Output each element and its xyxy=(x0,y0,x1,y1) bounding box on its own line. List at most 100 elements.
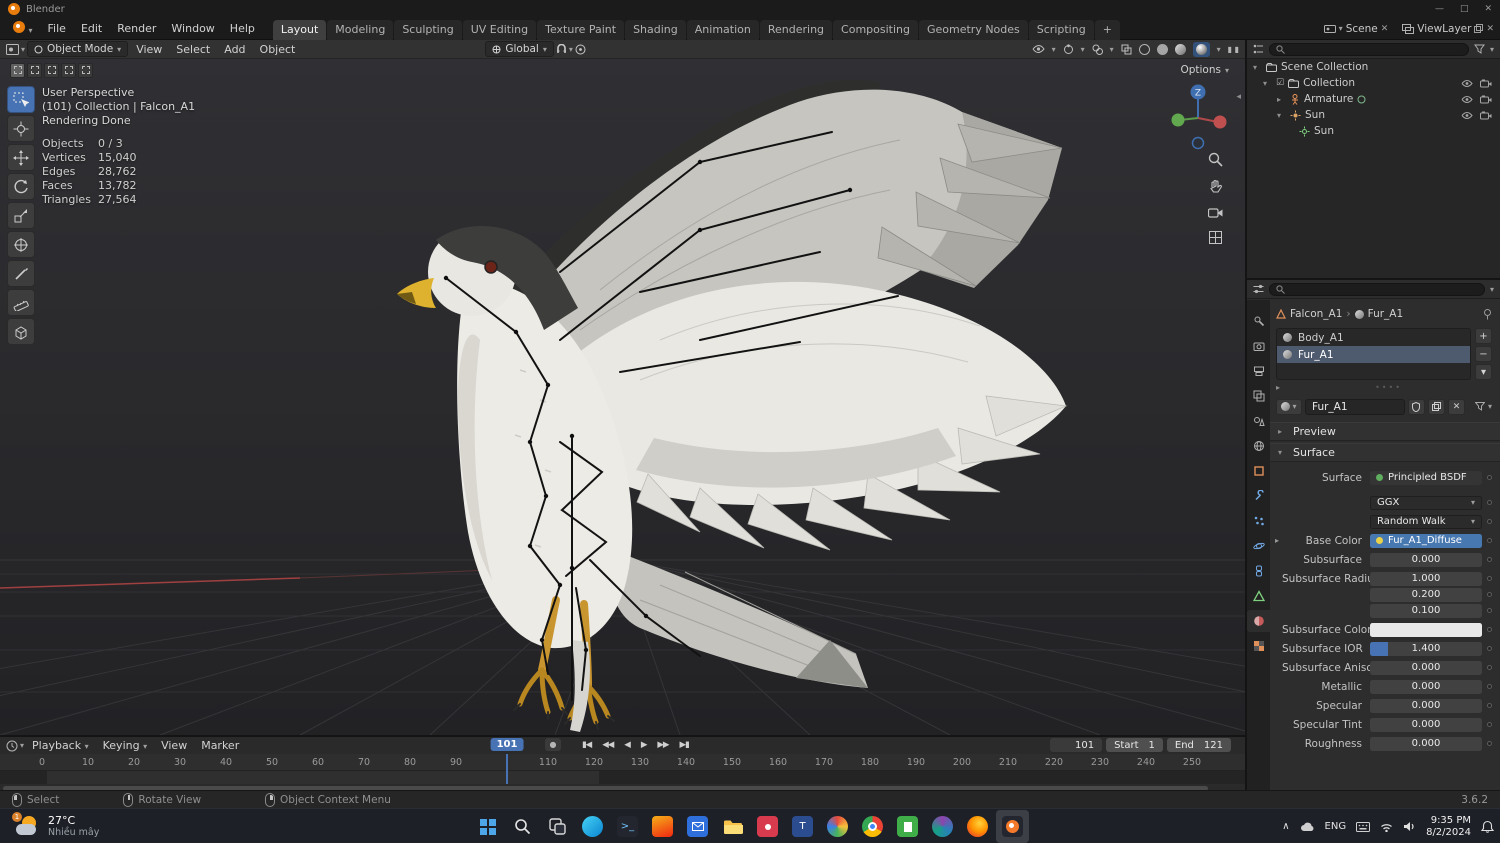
end-frame-field[interactable]: End 121 xyxy=(1166,738,1231,752)
language-indicator[interactable]: ENG xyxy=(1325,821,1347,832)
properties-header-chevron-icon[interactable]: ▾ xyxy=(1490,285,1494,294)
blender-app-menu[interactable]: ▾ xyxy=(6,18,40,39)
menu-object[interactable]: Object xyxy=(254,41,302,58)
menu-help[interactable]: Help xyxy=(223,19,262,38)
edge-icon[interactable] xyxy=(576,810,609,843)
file-explorer-icon[interactable] xyxy=(716,810,749,843)
grip-dots-icon[interactable]: •••• xyxy=(1285,383,1492,392)
specular-tint-slider[interactable]: 0.000 xyxy=(1370,717,1482,732)
animate-dot[interactable] xyxy=(1487,684,1492,689)
select-mode-intersect[interactable] xyxy=(78,62,93,78)
outliner-item-sun-data[interactable]: Sun xyxy=(1247,123,1500,139)
editor-type-icon[interactable] xyxy=(6,43,19,55)
hide-eye-icon[interactable] xyxy=(1461,79,1473,88)
gizmo-chevron-icon[interactable]: ▾ xyxy=(1081,45,1085,54)
outliner-search-input[interactable] xyxy=(1269,42,1469,56)
animate-dot[interactable] xyxy=(1487,703,1492,708)
tab-rendering[interactable]: Rendering xyxy=(759,19,833,40)
disclosure-icon[interactable]: ▸ xyxy=(1277,95,1286,104)
viewlayer-name[interactable]: ViewLayer xyxy=(1417,23,1471,35)
tool-measure[interactable] xyxy=(7,289,35,316)
animate-dot[interactable] xyxy=(1487,608,1492,613)
surface-section-header[interactable]: ▾ Surface xyxy=(1270,443,1500,462)
material-slot-list[interactable]: Body_A1 Fur_A1 xyxy=(1276,328,1471,380)
camera-view-icon[interactable] xyxy=(1207,206,1223,221)
subsurface-color-swatch[interactable] xyxy=(1370,622,1482,637)
surface-shader-button[interactable]: Principled BSDF xyxy=(1370,470,1482,485)
menu-add[interactable]: Add xyxy=(218,41,251,58)
disclosure-icon[interactable]: ▸ xyxy=(1276,383,1285,392)
expand-icon[interactable]: ▸ xyxy=(1272,536,1282,545)
start-button[interactable] xyxy=(471,810,504,843)
tab-physics[interactable] xyxy=(1247,535,1270,557)
tab-sculpting[interactable]: Sculpting xyxy=(394,19,462,40)
pan-hand-icon[interactable] xyxy=(1208,179,1223,197)
select-mode-subtract[interactable] xyxy=(44,62,59,78)
tab-scene[interactable] xyxy=(1247,410,1270,432)
options-dropdown[interactable]: Options ▾ xyxy=(1174,62,1235,78)
green-app-icon[interactable] xyxy=(891,810,924,843)
visibility-chevron-icon[interactable]: ▾ xyxy=(1052,45,1056,54)
tab-output[interactable] xyxy=(1247,360,1270,382)
previous-keyframe-button[interactable]: ◀◀ xyxy=(598,739,617,751)
tool-add-cube[interactable] xyxy=(7,318,35,345)
subsurface-radius-z[interactable]: 0.100 xyxy=(1370,603,1482,618)
disable-render-camera-icon[interactable] xyxy=(1480,111,1492,120)
disable-render-camera-icon[interactable] xyxy=(1480,79,1492,88)
hide-eye-icon[interactable] xyxy=(1461,95,1473,104)
animate-dot[interactable] xyxy=(1487,519,1492,524)
disclosure-icon[interactable]: ▾ xyxy=(1263,79,1272,88)
scene-unlink-icon[interactable]: ✕ xyxy=(1381,24,1389,34)
tab-world[interactable] xyxy=(1247,435,1270,457)
tool-scale[interactable] xyxy=(7,202,35,229)
remove-slot-button[interactable]: − xyxy=(1475,346,1492,362)
shading-material-button[interactable] xyxy=(1174,43,1186,55)
metallic-slider[interactable]: 0.000 xyxy=(1370,679,1482,694)
tab-object[interactable] xyxy=(1247,460,1270,482)
tab-texture-paint[interactable]: Texture Paint xyxy=(537,19,625,40)
scene-browse-icon[interactable] xyxy=(1323,24,1336,34)
tab-material[interactable] xyxy=(1247,610,1270,632)
firefox-icon[interactable] xyxy=(961,810,994,843)
subsurface-method-dropdown[interactable]: Random Walk ▾ xyxy=(1370,514,1482,529)
tab-particles[interactable] xyxy=(1247,510,1270,532)
animate-dot[interactable] xyxy=(1487,646,1492,651)
menu-playback[interactable]: Playback ▾ xyxy=(26,738,95,753)
play-button[interactable]: ▶ xyxy=(637,739,651,751)
timeline-editor-chevron-icon[interactable]: ▾ xyxy=(20,741,24,750)
scene-name[interactable]: Scene xyxy=(1346,23,1378,35)
tab-object-data[interactable] xyxy=(1247,585,1270,607)
blender-taskbar-icon[interactable] xyxy=(996,810,1029,843)
touch-keyboard-icon[interactable] xyxy=(1356,821,1371,832)
unlink-material-button[interactable]: ✕ xyxy=(1447,398,1465,415)
tab-scripting[interactable]: Scripting xyxy=(1028,19,1094,40)
animate-dot[interactable] xyxy=(1487,538,1492,543)
animate-dot[interactable] xyxy=(1487,627,1492,632)
object-visibility-icon[interactable] xyxy=(1032,44,1045,54)
sidebar-toggle-icon[interactable]: ◂ xyxy=(1236,92,1241,102)
onedrive-cloud-icon[interactable] xyxy=(1300,821,1315,832)
outliner-item-sun[interactable]: ▾ Sun xyxy=(1247,107,1500,123)
menu-marker[interactable]: Marker xyxy=(195,738,245,753)
auto-keying-button[interactable]: ● xyxy=(545,738,561,751)
terminal-icon[interactable]: >_ xyxy=(611,810,644,843)
tab-compositing[interactable]: Compositing xyxy=(833,19,918,40)
subsurface-radius-y[interactable]: 0.200 xyxy=(1370,587,1482,602)
preview-section-header[interactable]: ▸ Preview xyxy=(1270,422,1500,441)
select-mode-extend[interactable] xyxy=(27,62,42,78)
falcon-model[interactable] xyxy=(397,79,1068,732)
pause-render-icon[interactable]: ▮ ▮ xyxy=(1228,45,1239,54)
current-frame-badge[interactable]: 101 xyxy=(490,738,524,751)
list-resize-grip[interactable]: ▸ •••• xyxy=(1276,382,1492,392)
transform-orientation-dropdown[interactable]: Global ▾ xyxy=(485,41,554,57)
search-button[interactable] xyxy=(506,810,539,843)
office-orange-icon[interactable] xyxy=(646,810,679,843)
viewlayer-remove-icon[interactable]: ✕ xyxy=(1486,24,1494,34)
tab-constraints[interactable] xyxy=(1247,560,1270,582)
tab-animation[interactable]: Animation xyxy=(686,19,759,40)
shading-chevron-icon[interactable]: ▾ xyxy=(1217,45,1221,54)
select-mode-new[interactable] xyxy=(10,62,25,78)
tool-select-box[interactable] xyxy=(7,86,35,113)
snap-chevron-icon[interactable]: ▾ xyxy=(569,45,573,54)
photos-icon[interactable] xyxy=(821,810,854,843)
